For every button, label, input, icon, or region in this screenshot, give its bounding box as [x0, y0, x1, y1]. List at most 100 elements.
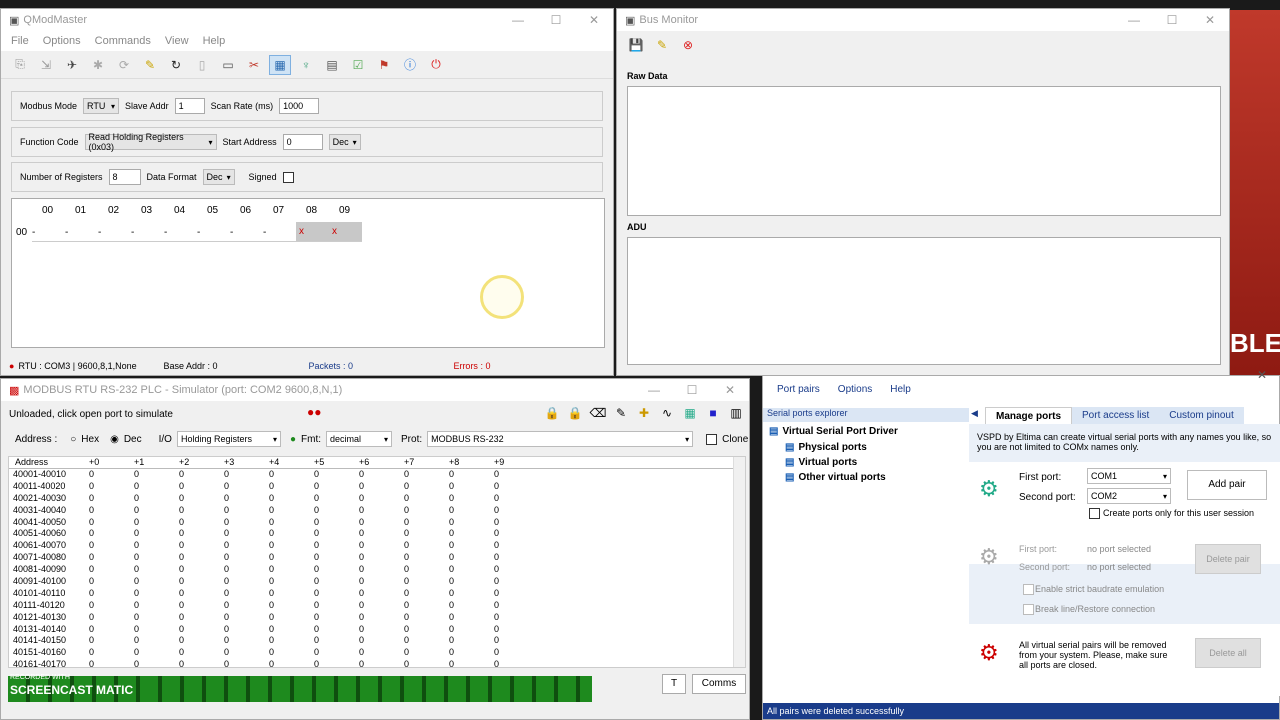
columns-icon[interactable]: ▥ — [725, 403, 747, 423]
value-cell[interactable]: 0 — [134, 564, 179, 576]
stop-icon[interactable]: ▯ — [191, 55, 213, 75]
value-cell[interactable]: 0 — [179, 528, 224, 540]
add-pair-button[interactable]: Add pair — [1187, 470, 1267, 500]
value-cell[interactable]: 0 — [449, 647, 494, 659]
value-cell[interactable]: 0 — [89, 517, 134, 529]
grid-icon[interactable]: ▦ — [679, 403, 701, 423]
connect-icon[interactable]: ✈ — [61, 55, 83, 75]
tree-node-other[interactable]: ▤ Other virtual ports — [785, 472, 886, 483]
refresh-icon[interactable]: ↻ — [165, 55, 187, 75]
new-icon[interactable]: ⎘ — [9, 55, 31, 75]
value-cell[interactable]: 0 — [359, 517, 404, 529]
info-icon[interactable]: ⓘ — [399, 55, 421, 75]
register-cell[interactable]: - — [164, 227, 197, 242]
delete-all-button[interactable]: Delete all — [1195, 638, 1261, 668]
value-cell[interactable]: 0 — [449, 588, 494, 600]
value-cell[interactable]: 0 — [404, 576, 449, 588]
value-cell[interactable]: 0 — [134, 517, 179, 529]
value-cell[interactable]: 0 — [224, 517, 269, 529]
value-cell[interactable]: 0 — [224, 624, 269, 636]
value-cell[interactable]: 0 — [314, 469, 359, 481]
value-cell[interactable]: 0 — [269, 517, 314, 529]
value-cell[interactable]: 0 — [359, 481, 404, 493]
tree-node-virtual[interactable]: ▤ Virtual ports — [785, 457, 857, 468]
tools-icon[interactable]: ♆ — [295, 55, 317, 75]
collapse-icon[interactable]: ◀ — [971, 408, 978, 419]
value-cell[interactable]: 0 — [134, 552, 179, 564]
register-cell[interactable]: - — [230, 227, 263, 242]
value-cell[interactable]: 0 — [404, 540, 449, 552]
value-cell[interactable]: 0 — [359, 505, 404, 517]
value-cell[interactable]: 0 — [404, 528, 449, 540]
value-cell[interactable]: 0 — [224, 552, 269, 564]
tab-manage-ports[interactable]: Manage ports — [985, 407, 1073, 425]
table-row[interactable]: 40081-40090 0 0 0 0 0 0 0 0 0 0 — [9, 564, 745, 576]
menu-file[interactable]: File — [4, 35, 36, 47]
menu-view[interactable]: View — [158, 35, 196, 47]
value-cell[interactable]: 0 — [179, 469, 224, 481]
delete-pair-button[interactable]: Delete pair — [1195, 544, 1261, 574]
exit-icon[interactable]: ⏻ — [425, 55, 447, 75]
value-cell[interactable]: 0 — [494, 612, 539, 624]
display-icon[interactable]: ■ — [702, 403, 724, 423]
value-cell[interactable]: 0 — [494, 564, 539, 576]
value-cell[interactable]: 0 — [404, 635, 449, 647]
value-cell[interactable]: 0 — [404, 600, 449, 612]
value-cell[interactable]: 0 — [404, 505, 449, 517]
slave-addr-input[interactable]: 1 — [174, 98, 205, 114]
value-cell[interactable]: 0 — [314, 517, 359, 529]
value-cell[interactable]: 0 — [134, 528, 179, 540]
minimize-button[interactable]: — — [1115, 13, 1153, 27]
value-cell[interactable]: 0 — [89, 493, 134, 505]
value-cell[interactable]: 0 — [89, 588, 134, 600]
value-cell[interactable]: 0 — [404, 612, 449, 624]
value-cell[interactable]: 0 — [359, 659, 404, 667]
value-cell[interactable]: 0 — [224, 635, 269, 647]
menu-help[interactable]: Help — [196, 35, 233, 47]
value-cell[interactable]: 0 — [494, 528, 539, 540]
table-row[interactable]: 40151-40160 0 0 0 0 0 0 0 0 0 0 — [9, 647, 745, 659]
table-scrollbar[interactable] — [733, 457, 745, 667]
value-cell[interactable]: 0 — [89, 552, 134, 564]
value-cell[interactable]: 0 — [89, 564, 134, 576]
value-cell[interactable]: 0 — [494, 647, 539, 659]
register-cell[interactable]: - — [197, 227, 230, 242]
value-cell[interactable]: 0 — [359, 540, 404, 552]
menu-help[interactable]: Help — [890, 384, 911, 395]
value-cell[interactable]: 0 — [404, 469, 449, 481]
value-cell[interactable]: 0 — [494, 600, 539, 612]
value-cell[interactable]: 0 — [359, 647, 404, 659]
value-cell[interactable]: 0 — [359, 576, 404, 588]
function-code-select[interactable]: Read Holding Registers (0x03) — [84, 132, 217, 152]
menu-port-pairs[interactable]: Port pairs — [777, 384, 820, 395]
value-cell[interactable]: 0 — [179, 612, 224, 624]
value-cell[interactable]: 0 — [269, 588, 314, 600]
value-cell[interactable]: 0 — [224, 600, 269, 612]
tree-node-physical[interactable]: ▤ Physical ports — [785, 442, 867, 453]
value-cell[interactable]: 0 — [224, 505, 269, 517]
read-icon[interactable]: ✎ — [139, 55, 161, 75]
value-cell[interactable]: 0 — [179, 635, 224, 647]
table-row[interactable]: 40121-40130 0 0 0 0 0 0 0 0 0 0 — [9, 612, 745, 624]
value-cell[interactable]: 0 — [179, 481, 224, 493]
disconnect-icon[interactable]: ✱ — [87, 55, 109, 75]
value-cell[interactable]: 0 — [359, 552, 404, 564]
value-cell[interactable]: 0 — [89, 600, 134, 612]
exit-icon[interactable]: ⊗ — [677, 35, 699, 55]
scan-icon[interactable]: ⟳ — [113, 55, 135, 75]
value-cell[interactable]: 0 — [494, 505, 539, 517]
value-cell[interactable]: 0 — [224, 576, 269, 588]
value-cell[interactable]: 0 — [134, 469, 179, 481]
value-cell[interactable]: 0 — [269, 540, 314, 552]
table-row[interactable]: 40011-40020 0 0 0 0 0 0 0 0 0 0 — [9, 481, 745, 493]
value-cell[interactable]: 0 — [269, 624, 314, 636]
value-cell[interactable]: 0 — [404, 517, 449, 529]
value-cell[interactable]: 0 — [449, 528, 494, 540]
prot-select[interactable]: MODBUS RS-232 — [427, 431, 694, 447]
modbus-mode-select[interactable]: RTU — [83, 98, 120, 114]
value-cell[interactable]: 0 — [404, 552, 449, 564]
value-cell[interactable]: 0 — [269, 612, 314, 624]
network-icon[interactable]: ⚑ — [373, 55, 395, 75]
open-icon[interactable]: ⇲ — [35, 55, 57, 75]
value-cell[interactable]: 0 — [134, 600, 179, 612]
